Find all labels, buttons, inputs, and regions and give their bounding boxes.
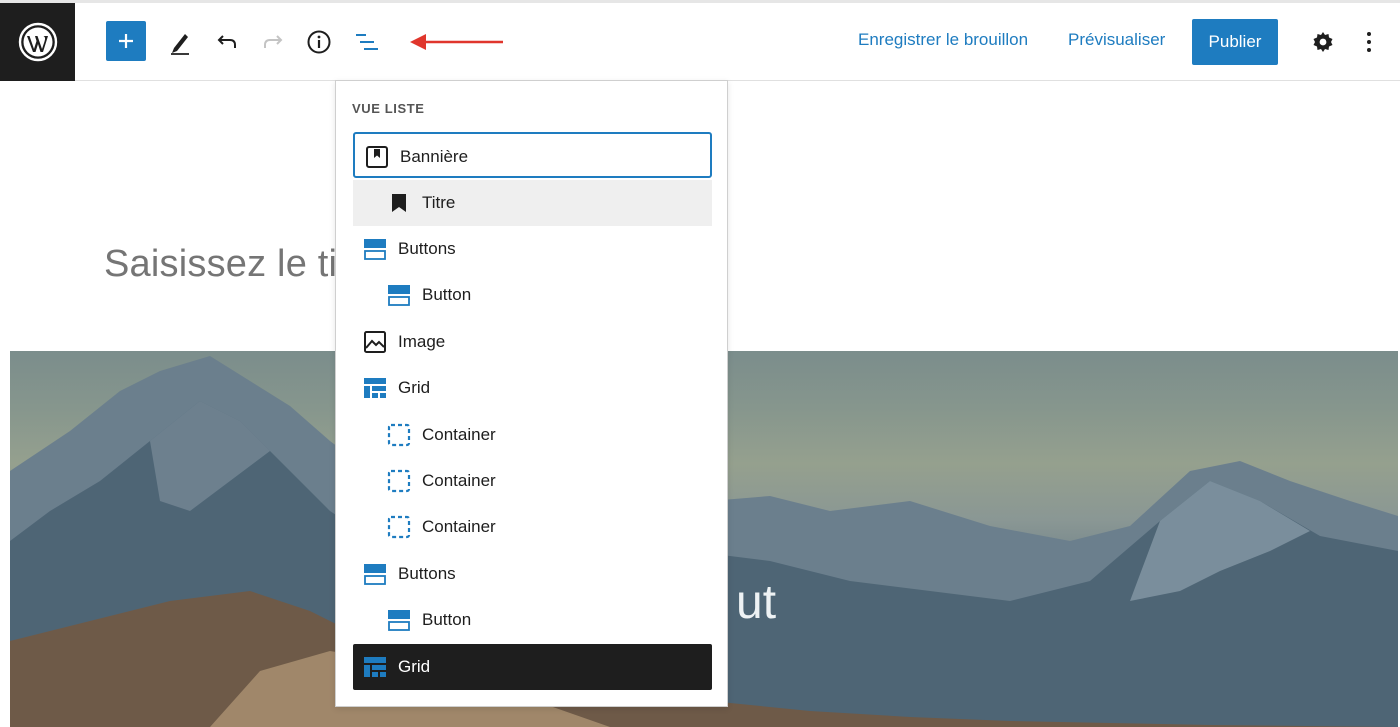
list-item-container[interactable]: Container [353,412,712,458]
list-item-banniere[interactable]: Bannière [353,132,712,178]
annotation-arrow-icon [410,34,503,50]
publish-button[interactable]: Publier [1192,19,1278,65]
list-item-container[interactable]: Container [353,458,712,504]
buttons-block-icon [363,237,387,261]
wordpress-logo-icon [18,22,57,62]
redo-icon [264,35,283,48]
grid-block-icon [363,655,387,679]
list-item-label: Container [422,471,496,490]
editor-header: Enregistrer le brouillon Prévisualiser P… [0,0,1400,81]
list-item-label: Buttons [398,564,456,583]
gear-icon [1313,32,1333,52]
wordpress-logo[interactable] [0,3,75,81]
button-block-icon [387,608,411,632]
add-block-button[interactable] [106,21,146,61]
list-item-container[interactable]: Container [353,504,712,550]
bookmark-icon [387,191,411,215]
list-item-button[interactable]: Button [353,597,712,643]
container-block-icon [387,469,411,493]
info-icon [307,30,331,54]
list-item-label: Container [422,517,496,536]
kebab-icon [1367,32,1371,52]
container-block-icon [387,515,411,539]
list-item-grid[interactable]: Grid [353,644,712,690]
list-item-label: Grid [398,657,431,676]
save-draft-button[interactable]: Enregistrer le brouillon [858,30,1028,50]
image-block-icon [363,330,387,354]
buttons-block-icon [363,562,387,586]
list-item-buttons[interactable]: Buttons [353,226,712,272]
list-item-buttons[interactable]: Buttons [353,551,712,597]
more-options-button[interactable] [1358,3,1380,81]
list-item-label: Image [398,332,446,351]
undo-icon [217,35,236,48]
list-item-label: Grid [398,378,431,397]
list-view-button[interactable] [353,3,381,81]
plus-icon [119,34,133,48]
list-item-label: Button [422,610,472,629]
list-item-label: Button [422,285,472,304]
preview-button[interactable]: Prévisualiser [1068,30,1165,50]
details-button[interactable] [305,3,333,81]
list-item-grid[interactable]: Grid [353,365,712,411]
banner-heading[interactable]: ut [736,575,776,630]
list-item-titre[interactable]: Titre [353,180,712,226]
list-item-label: Buttons [398,239,456,258]
banner-block-icon [365,145,389,169]
post-title-input[interactable]: Saisissez le tit [104,243,348,286]
list-item-button[interactable]: Button [353,272,712,318]
tools-button[interactable] [166,3,194,81]
pencil-icon [171,34,189,55]
undo-button[interactable] [213,3,241,81]
grid-block-icon [363,376,387,400]
list-item-image[interactable]: Image [353,319,712,365]
settings-button[interactable] [1309,3,1337,81]
container-block-icon [387,423,411,447]
redo-button[interactable] [259,3,287,81]
button-block-icon [387,283,411,307]
list-view-panel: VUE LISTE Bannière Titre Buttons Button … [335,80,728,707]
list-view-title: VUE LISTE [352,101,425,116]
list-item-label: Titre [422,193,456,212]
list-item-label: Bannière [400,147,469,166]
list-item-label: Container [422,425,496,444]
list-view-icon [356,34,378,50]
